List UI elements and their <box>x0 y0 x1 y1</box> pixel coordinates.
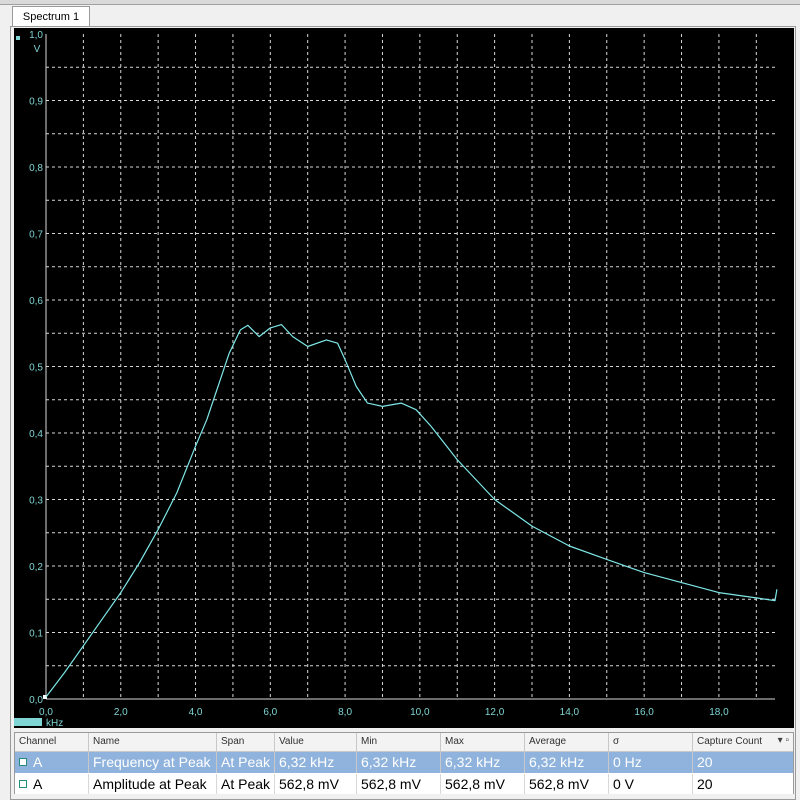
y-tick-label: 0,0 <box>29 695 43 706</box>
y-tick-label: 0,3 <box>29 496 43 507</box>
col-header-max[interactable]: Max <box>441 733 525 751</box>
col-header-name[interactable]: Name <box>89 733 217 751</box>
col-header-span[interactable]: Span <box>217 733 275 751</box>
row-selector-icon[interactable] <box>19 780 27 788</box>
cell-max: 6,32 kHz <box>441 752 525 773</box>
y-tick-label: 0,1 <box>29 629 43 640</box>
y-tick-label: 0,8 <box>29 163 43 174</box>
top-strip <box>0 0 800 5</box>
col-header-average[interactable]: Average <box>525 733 609 751</box>
table-row[interactable]: A Frequency at Peak At Peak 6,32 kHz 6,3… <box>15 752 793 773</box>
col-header-value[interactable]: Value <box>275 733 357 751</box>
cell-min: 6,32 kHz <box>357 752 441 773</box>
y-tick-label: 0,7 <box>29 230 43 241</box>
cell-capture-count: 20 <box>697 754 713 770</box>
cell-sigma: 0 Hz <box>609 752 693 773</box>
row-selector-icon[interactable] <box>19 758 27 766</box>
x-tick-label: 16,0 <box>634 707 654 718</box>
x-tick-label: 4,0 <box>189 707 203 718</box>
x-tick-label: 8,0 <box>338 707 352 718</box>
x-tick-label: 18,0 <box>709 707 729 718</box>
cell-channel: A <box>29 752 89 773</box>
cell-sigma: 0 V <box>609 774 693 794</box>
cell-average: 562,8 mV <box>525 774 609 794</box>
y-tick-label: 0,5 <box>29 363 43 374</box>
y-tick-label: 1,0 <box>29 30 43 41</box>
x-tick-label: 2,0 <box>114 707 128 718</box>
col-header-min[interactable]: Min <box>357 733 441 751</box>
y-axis-unit-label: V <box>34 44 41 55</box>
measurements-header-row: Channel Name Span Value Min Max Average … <box>15 733 793 752</box>
cell-value: 6,32 kHz <box>275 752 357 773</box>
y-tick-label: 0,9 <box>29 97 43 108</box>
cell-average: 6,32 kHz <box>525 752 609 773</box>
x-tick-label: 10,0 <box>410 707 430 718</box>
x-tick-label: 6,0 <box>263 707 277 718</box>
col-header-sigma[interactable]: σ <box>609 733 693 751</box>
measurements-table[interactable]: Channel Name Span Value Min Max Average … <box>14 732 794 794</box>
channel-marker-icon <box>16 36 20 40</box>
cell-span: At Peak <box>217 774 275 794</box>
spectrum-trace <box>45 324 778 698</box>
cell-min: 562,8 mV <box>357 774 441 794</box>
y-tick-label: 0,6 <box>29 296 43 307</box>
y-tick-label: 0,4 <box>29 429 43 440</box>
col-header-channel[interactable]: Channel <box>15 733 89 751</box>
spectrum-view[interactable]: 0,0 0,1 0,2 0,3 0,4 0,5 0,6 0,7 0,8 0,9 1,0 0,0 2,0 4… <box>14 28 794 728</box>
cell-channel: A <box>29 774 89 794</box>
cell-name: Frequency at Peak <box>89 752 217 773</box>
table-row[interactable]: A Amplitude at Peak At Peak 562,8 mV 562… <box>15 774 793 794</box>
cell-max: 562,8 mV <box>441 774 525 794</box>
x-tick-label: 0,0 <box>39 707 53 718</box>
x-axis-unit-label: kHz <box>46 718 63 728</box>
cell-capture-count: 20 <box>697 776 713 792</box>
x-tick-label: 12,0 <box>485 707 505 718</box>
cell-name: Amplitude at Peak <box>89 774 217 794</box>
x-tick-label: 14,0 <box>560 707 580 718</box>
table-options-icon[interactable]: ▾ ▫ <box>778 735 789 746</box>
cell-span: At Peak <box>217 752 275 773</box>
y-tick-label: 0,2 <box>29 562 43 573</box>
x-unit-swatch <box>14 718 42 726</box>
tab-spectrum-1[interactable]: Spectrum 1 <box>12 6 90 26</box>
cell-value: 562,8 mV <box>275 774 357 794</box>
spectrum-chart: 0,0 0,1 0,2 0,3 0,4 0,5 0,6 0,7 0,8 0,9 1,0 0,0 2,0 4… <box>14 30 778 728</box>
